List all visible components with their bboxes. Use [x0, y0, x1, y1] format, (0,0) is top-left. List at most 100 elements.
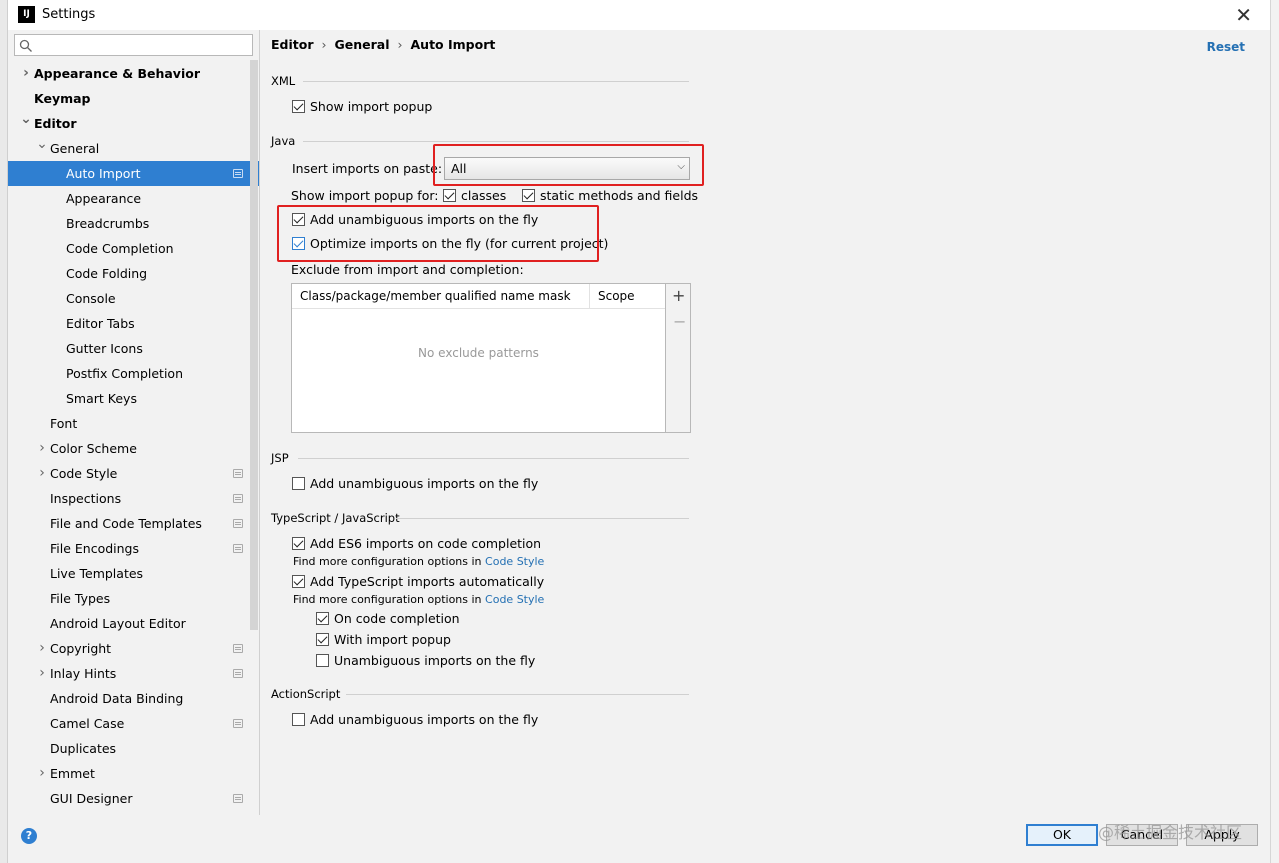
breadcrumb-general: General: [334, 37, 390, 52]
column-header-scope[interactable]: Scope: [589, 284, 665, 308]
sidebar-item-copyright[interactable]: › Copyright: [8, 636, 259, 661]
sidebar-item-breadcrumbs[interactable]: Breadcrumbs: [8, 211, 259, 236]
classes-checkbox[interactable]: classes: [443, 188, 506, 203]
reset-link[interactable]: Reset: [1207, 40, 1245, 54]
sidebar-item-code-style[interactable]: › Code Style: [8, 461, 259, 486]
sidebar-item-appearance[interactable]: Appearance: [8, 186, 259, 211]
sidebar-item-appearance-behavior[interactable]: › Appearance & Behavior: [8, 61, 259, 86]
es6-imports-checkbox[interactable]: Add ES6 imports on code completion: [292, 536, 541, 551]
sidebar-item-label: Android Data Binding: [50, 691, 184, 706]
window-title: Settings: [42, 7, 96, 22]
sidebar-item-label: Smart Keys: [66, 391, 137, 406]
sidebar-item-inspections[interactable]: Inspections: [8, 486, 259, 511]
remove-icon[interactable]: −: [673, 312, 686, 331]
background-window-edge-left: [0, 0, 8, 863]
sidebar-item-label: Duplicates: [50, 741, 117, 756]
chevron-right-icon[interactable]: ›: [36, 661, 48, 686]
sidebar-item-editor-tabs[interactable]: Editor Tabs: [8, 311, 259, 336]
section-title-actionscript: ActionScript: [271, 687, 341, 701]
sidebar-item-postfix-completion[interactable]: Postfix Completion: [8, 361, 259, 386]
config-hint-2: Find more configuration options in Code …: [293, 593, 544, 606]
actionscript-add-unambiguous-checkbox[interactable]: Add unambiguous imports on the fly: [292, 712, 538, 727]
checkbox-box[interactable]: [316, 612, 329, 625]
sidebar-item-auto-import[interactable]: Auto Import: [8, 161, 259, 186]
sidebar-item-android-data-binding[interactable]: Android Data Binding: [8, 686, 259, 711]
add-icon[interactable]: +: [672, 286, 685, 305]
chevron-right-icon[interactable]: ›: [36, 636, 48, 661]
sidebar-item-inlay-hints[interactable]: › Inlay Hints: [8, 661, 259, 686]
show-import-popup-checkbox[interactable]: Show import popup: [292, 99, 432, 114]
checkbox-box[interactable]: [292, 477, 305, 490]
sidebar-item-android-layout-editor[interactable]: Android Layout Editor: [8, 611, 259, 636]
with-import-popup-checkbox[interactable]: With import popup: [316, 632, 451, 647]
sidebar-item-emmet[interactable]: › Emmet: [8, 761, 259, 786]
search-input[interactable]: [39, 37, 244, 53]
sidebar-item-color-scheme[interactable]: › Color Scheme: [8, 436, 259, 461]
checkbox-box[interactable]: [292, 100, 305, 113]
breadcrumb-auto-import: Auto Import: [410, 37, 496, 52]
sidebar-item-code-folding[interactable]: Code Folding: [8, 261, 259, 286]
sidebar-item-live-templates[interactable]: Live Templates: [8, 561, 259, 586]
checkbox-box[interactable]: [292, 713, 305, 726]
help-icon[interactable]: ?: [21, 828, 37, 844]
checkbox-box[interactable]: [316, 633, 329, 646]
breadcrumb-editor: Editor: [271, 37, 314, 52]
sidebar-item-smart-keys[interactable]: Smart Keys: [8, 386, 259, 411]
settings-search-box[interactable]: [14, 34, 253, 56]
sidebar-item-file-types[interactable]: File Types: [8, 586, 259, 611]
checkbox-box[interactable]: [443, 189, 456, 202]
sidebar-item-label: Font: [50, 416, 78, 431]
project-scope-icon: [233, 544, 243, 553]
section-title-jsp: JSP: [271, 451, 289, 465]
chevron-down-icon[interactable]: ⌄: [20, 107, 32, 132]
checkbox-label: Unambiguous imports on the fly: [334, 653, 536, 668]
sidebar-item-file-encodings[interactable]: File Encodings: [8, 536, 259, 561]
section-title-typescript: TypeScript / JavaScript: [271, 511, 400, 525]
checkbox-box[interactable]: [316, 654, 329, 667]
sidebar-item-file-and-code-templates[interactable]: File and Code Templates: [8, 511, 259, 536]
typescript-imports-checkbox[interactable]: Add TypeScript imports automatically: [292, 574, 544, 589]
sidebar-item-camel-case[interactable]: Camel Case: [8, 711, 259, 736]
unambiguous-imports-checkbox[interactable]: Unambiguous imports on the fly: [316, 653, 535, 668]
checkbox-box[interactable]: [292, 537, 305, 550]
sidebar-item-console[interactable]: Console: [8, 286, 259, 311]
checkbox-label: Add unambiguous imports on the fly: [310, 712, 539, 727]
on-code-completion-checkbox[interactable]: On code completion: [316, 611, 460, 626]
sidebar-item-label: Live Templates: [50, 566, 144, 581]
code-style-link[interactable]: Code Style: [485, 593, 544, 606]
sidebar-item-keymap[interactable]: Keymap: [8, 86, 259, 111]
ok-button[interactable]: OK: [1026, 824, 1098, 846]
project-scope-icon: [233, 494, 243, 503]
sidebar-item-font[interactable]: Font: [8, 411, 259, 436]
sidebar-item-general[interactable]: ⌄ General: [8, 136, 259, 161]
highlight-box-insert-imports: [433, 144, 704, 186]
chevron-right-icon[interactable]: ›: [36, 761, 48, 786]
sidebar-item-label: Camel Case: [50, 716, 125, 731]
checkbox-label: Add TypeScript imports automatically: [310, 574, 545, 589]
title-bar: IJ Settings ✕: [8, 0, 1270, 30]
exclude-patterns-table[interactable]: Class/package/member qualified name mask…: [291, 283, 666, 433]
sidebar-item-code-completion[interactable]: Code Completion: [8, 236, 259, 261]
checkbox-label: Add unambiguous imports on the fly: [310, 476, 539, 491]
sidebar-item-gutter-icons[interactable]: Gutter Icons: [8, 336, 259, 361]
chevron-down-icon[interactable]: ⌄: [36, 132, 48, 157]
settings-content-panel: Editor › General › Auto Import Reset XML Sho…: [261, 30, 1270, 815]
chevron-right-icon[interactable]: ›: [36, 436, 48, 461]
static-methods-checkbox[interactable]: static methods and fields: [522, 188, 698, 203]
checkbox-box[interactable]: [292, 575, 305, 588]
sidebar-item-duplicates[interactable]: Duplicates: [8, 736, 259, 761]
checkbox-box[interactable]: [522, 189, 535, 202]
project-scope-icon: [233, 719, 243, 728]
close-icon[interactable]: ✕: [1235, 3, 1252, 27]
chevron-right-icon[interactable]: ›: [36, 461, 48, 486]
sidebar-item-gui-designer[interactable]: GUI Designer: [8, 786, 259, 811]
sidebar-item-label: Inspections: [50, 491, 122, 506]
column-header-mask[interactable]: Class/package/member qualified name mask: [300, 289, 571, 303]
jsp-add-unambiguous-checkbox[interactable]: Add unambiguous imports on the fly: [292, 476, 538, 491]
code-style-link[interactable]: Code Style: [485, 555, 544, 568]
sidebar-item-label: Code Style: [50, 466, 118, 481]
chevron-right-icon[interactable]: ›: [20, 61, 32, 86]
sidebar-item-label: Android Layout Editor: [50, 616, 186, 631]
sidebar-scrollbar[interactable]: [250, 60, 258, 630]
sidebar-item-label: Postfix Completion: [66, 366, 183, 381]
